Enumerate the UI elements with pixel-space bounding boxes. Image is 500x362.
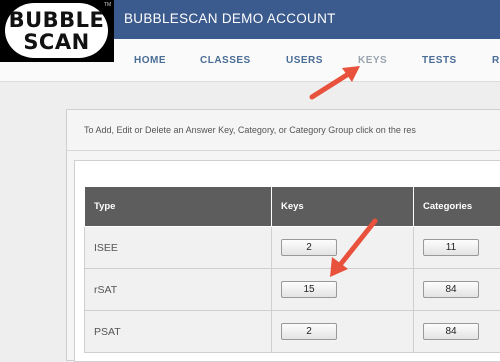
keys-count-button[interactable]: 2 [281, 323, 337, 340]
type-cell: ISEE [85, 227, 272, 269]
annotation-arrow-keys-icon [300, 60, 370, 105]
keys-count-button[interactable]: 15 [281, 281, 337, 298]
table-row: rSAT 15 84 [85, 269, 500, 311]
table-row: PSAT 2 84 [85, 311, 500, 353]
categories-count-button[interactable]: 84 [423, 323, 479, 340]
logo-badge: BUBBLE SCAN [5, 3, 108, 58]
categories-cell: 11 [414, 227, 500, 269]
categories-cell: 84 [414, 269, 500, 311]
nav-tests[interactable]: TESTS [422, 55, 457, 66]
column-header-type: Type [85, 187, 272, 227]
keys-cell: 2 [272, 311, 414, 353]
type-cell: rSAT [85, 269, 272, 311]
annotation-arrow-row-icon [320, 213, 385, 283]
type-cell: PSAT [85, 311, 272, 353]
keys-table: Type Keys Categories ISEE 2 11 rSAT 15 8… [84, 186, 500, 353]
panel-divider [67, 150, 500, 151]
trademark-mark: TM [104, 2, 111, 8]
table-row: ISEE 2 11 [85, 227, 500, 269]
logo-line-2: SCAN [5, 32, 108, 53]
table-header-row: Type Keys Categories [85, 187, 500, 227]
categories-cell: 84 [414, 311, 500, 353]
logo-line-1: BUBBLE [5, 10, 108, 31]
bubblescan-logo[interactable]: BUBBLE SCAN TM [0, 0, 114, 62]
nav-home[interactable]: HOME [134, 55, 166, 66]
column-header-categories: Categories [414, 187, 500, 227]
account-title: BUBBLESCAN DEMO ACCOUNT [124, 11, 336, 26]
categories-count-button[interactable]: 84 [423, 281, 479, 298]
nav-classes[interactable]: CLASSES [200, 55, 251, 66]
instructions-text: To Add, Edit or Delete an Answer Key, Ca… [84, 125, 416, 135]
nav-reports[interactable]: R [492, 55, 500, 66]
categories-count-button[interactable]: 11 [423, 239, 479, 256]
